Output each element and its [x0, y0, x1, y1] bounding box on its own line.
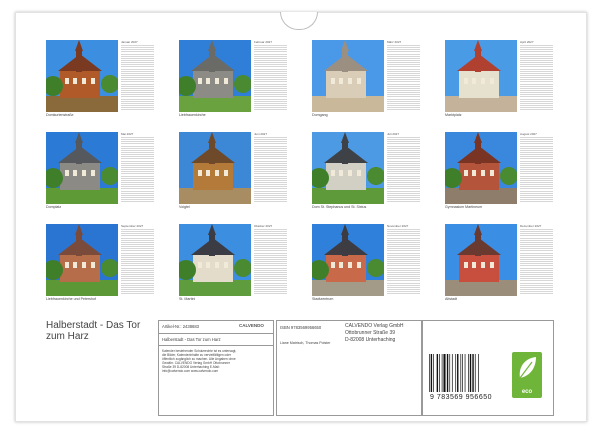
month-photo [445, 224, 517, 296]
month-2: Februar 2027 Liebfrauenkirche [179, 40, 287, 122]
month-9: September 2027 Liebfrauenkirche und Peter… [46, 224, 154, 306]
month-name: Mai 2027 [121, 132, 134, 136]
month-calendar: November 2027 [387, 224, 420, 296]
month-photo [445, 40, 517, 112]
month-caption: Voigtei [179, 205, 190, 209]
month-3: März 2027 Domgang [312, 40, 420, 122]
month-name: August 2027 [520, 132, 537, 136]
month-photo [445, 132, 517, 204]
month-name: Dezember 2027 [520, 224, 542, 228]
publisher-street: Ottobrunner Straße 39 [345, 330, 396, 336]
leaf-icon [519, 357, 536, 379]
month-caption: Liebfrauenkirche [179, 113, 206, 117]
barcode [429, 354, 479, 392]
month-calendar: Dezember 2027 [520, 224, 553, 296]
month-calendar: September 2027 [121, 224, 154, 296]
month-caption: Domplatz [46, 205, 62, 209]
month-4: April 2027 Marktplatz [445, 40, 553, 122]
month-caption: St. Martini [179, 297, 196, 301]
month-name: April 2027 [520, 40, 534, 44]
month-photo [312, 224, 384, 296]
month-photo [179, 40, 251, 112]
month-name: Juni 2027 [254, 132, 268, 136]
month-photo [312, 40, 384, 112]
month-name: Oktober 2027 [254, 224, 273, 228]
month-name: Februar 2027 [254, 40, 273, 44]
isbn: ISBN 9783569956650 [280, 325, 322, 330]
month-calendar: Oktober 2027 [254, 224, 287, 296]
month-caption: Domkurienstraße [46, 113, 74, 117]
month-name: November 2027 [387, 224, 409, 228]
month-photo [312, 132, 384, 204]
month-caption: Domgang [312, 113, 328, 117]
eco-logo: eco [512, 352, 542, 398]
barcode-number: 9 783569 956650 [430, 394, 492, 401]
month-caption: Liebfrauenkirche und Petershof [46, 297, 96, 301]
month-calendar: August 2027 [520, 132, 553, 204]
month-name: Juli 2027 [387, 132, 400, 136]
month-photo [179, 224, 251, 296]
month-caption: Altstadt [445, 297, 457, 301]
month-calendar: Mai 2027 [121, 132, 154, 204]
month-calendar: Juni 2027 [254, 132, 287, 204]
eco-label: eco [521, 389, 533, 395]
month-11: November 2027 Stadtzentrum [312, 224, 420, 306]
month-photo [179, 132, 251, 204]
month-photo [46, 40, 118, 112]
authors: Liane Matrisch, Thomas Polster [280, 341, 331, 345]
month-photo [46, 132, 118, 204]
info-description: Kalender bestehender Schutzrechte ist es… [162, 349, 237, 373]
calvendo-logo: CALVENDO [239, 323, 264, 328]
month-calendar: Januar 2027 [121, 40, 154, 112]
month-7: Juli 2027 Dom St. Stephanus und St. Sixtu… [312, 132, 420, 214]
month-calendar: April 2027 [520, 40, 553, 112]
month-5: Mai 2027 Domplatz [46, 132, 154, 214]
month-12: Dezember 2027 Altstadt [445, 224, 553, 306]
month-caption: Gymnasium Martineum [445, 205, 483, 209]
month-caption: Stadtzentrum [312, 297, 334, 301]
calendar-title: Halberstadt - Das Tor zum Harz [46, 320, 141, 342]
month-8: August 2027 Gymnasium Martineum [445, 132, 553, 214]
month-calendar: Juli 2027 [387, 132, 420, 204]
article-number: Artikel-Nr.: 2438683 [162, 324, 200, 329]
month-name: Januar 2027 [121, 40, 138, 44]
publisher-name: CALVENDO Verlag GmbH [345, 323, 404, 329]
month-1: Januar 2027 Domkurienstraße [46, 40, 154, 122]
month-6: Juni 2027 Voigtei [179, 132, 287, 214]
info-box: Artikel-Nr.: 2438683 CALVENDO Halberstad… [158, 320, 274, 416]
month-calendar: März 2027 [387, 40, 420, 112]
month-caption: Marktplatz [445, 113, 462, 117]
month-caption: Dom St. Stephanus und St. Sixtus [312, 205, 367, 209]
publisher-city: D-82008 Unterhaching [345, 337, 396, 343]
month-calendar: Februar 2027 [254, 40, 287, 112]
month-photo [46, 224, 118, 296]
month-name: September 2027 [121, 224, 144, 228]
month-name: März 2027 [387, 40, 402, 44]
month-10: Oktober 2027 St. Martini [179, 224, 287, 306]
info-subtitle: Halberstadt - Das Tor zum Harz [162, 337, 221, 342]
